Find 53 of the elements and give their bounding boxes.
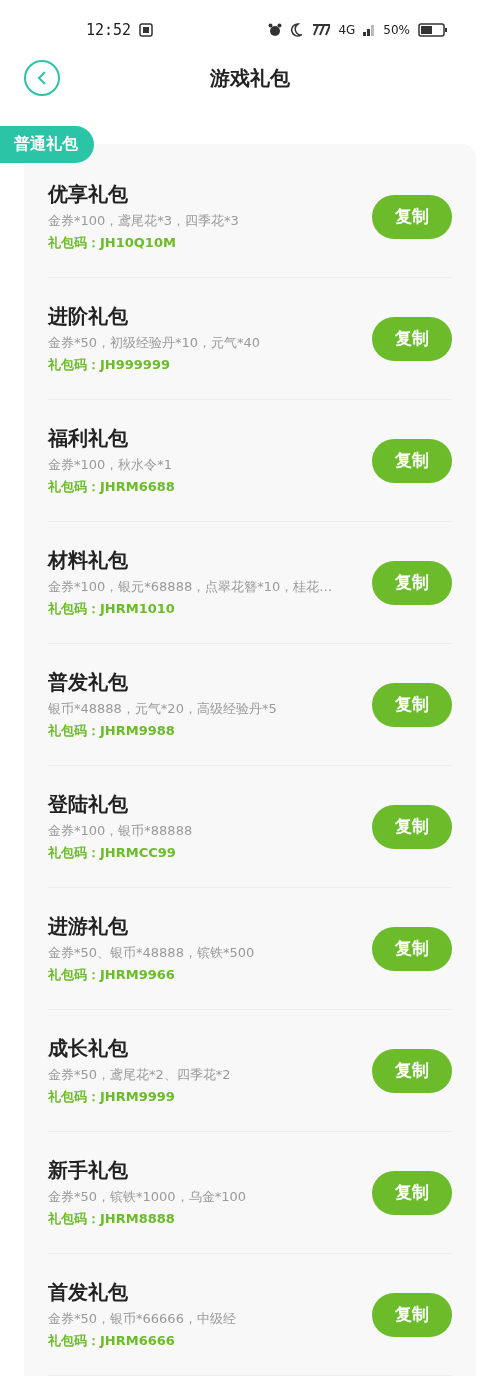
network-type: 4G — [338, 23, 356, 37]
gift-name: 成长礼包 — [48, 1035, 128, 1062]
signal-icon — [363, 24, 376, 36]
copy-button[interactable]: 复制 — [372, 1048, 452, 1093]
gift-code: 礼包码：JHRM6666 — [48, 1332, 175, 1350]
copy-button[interactable]: 复制 — [372, 926, 452, 971]
copy-button[interactable]: 复制 — [372, 804, 452, 849]
battery-icon — [418, 23, 448, 37]
gift-contents: 金券*100，鸢尾花*3，四季花*3 — [48, 212, 239, 230]
gift-code: 礼包码：JHRM6688 — [48, 478, 175, 496]
gift-contents: 金券*100，银币*88888 — [48, 822, 193, 840]
gift-name: 普发礼包 — [48, 669, 128, 696]
gift-code: 礼包码：JHRM8888 — [48, 1210, 175, 1228]
copy-button[interactable]: 复制 — [372, 560, 452, 605]
chevron-left-icon — [36, 70, 48, 86]
gift-name: 首发礼包 — [48, 1279, 128, 1306]
gift-name: 优享礼包 — [48, 181, 128, 208]
gift-contents: 金券*50、银币*48888，镔铁*500 — [48, 944, 255, 962]
gift-contents: 金券*50，鸢尾花*2、四季花*2 — [48, 1066, 231, 1084]
gift-contents: 金券*50，初级经验丹*10，元气*40 — [48, 334, 261, 352]
notification-icon — [139, 23, 154, 37]
gift-code: 礼包码：JHRM9999 — [48, 1088, 175, 1106]
moon-icon — [290, 23, 303, 37]
copy-button[interactable]: 复制 — [372, 194, 452, 239]
gift-code: 礼包码：JH999999 — [48, 356, 170, 374]
copy-button[interactable]: 复制 — [372, 316, 452, 361]
gift-name: 福利礼包 — [48, 425, 128, 452]
gift-contents: 金券*50，镔铁*1000，乌金*100 — [48, 1188, 246, 1206]
gift-code: 礼包码：JHRMCC99 — [48, 844, 176, 862]
copy-button[interactable]: 复制 — [372, 1292, 452, 1337]
gift-name: 进游礼包 — [48, 913, 128, 940]
battery-percent: 50% — [383, 23, 410, 37]
gift-contents: 金券*100，秋水令*1 — [48, 456, 173, 474]
signal-hd-icon — [310, 24, 331, 36]
copy-button[interactable]: 复制 — [372, 682, 452, 727]
copy-button[interactable]: 复制 — [372, 1170, 452, 1215]
gift-code: 礼包码：JHRM9966 — [48, 966, 175, 984]
alarm-icon — [268, 23, 283, 37]
section-tab[interactable]: 普通礼包 — [0, 126, 94, 163]
gift-contents: 金券*100，银元*68888，点翠花簪*10，桂花… — [48, 578, 333, 596]
gift-contents: 银币*48888，元气*20，高级经验丹*5 — [48, 700, 277, 718]
status-time: 12:52 — [86, 21, 132, 39]
copy-button[interactable]: 复制 — [372, 438, 452, 483]
gift-code: 礼包码：JHRM1010 — [48, 600, 175, 618]
gift-name: 登陆礼包 — [48, 791, 128, 818]
gift-name: 材料礼包 — [48, 547, 128, 574]
gift-code: 礼包码：JH10Q10M — [48, 234, 176, 252]
gift-contents: 金券*50，银币*66666，中级经 — [48, 1310, 236, 1328]
back-button[interactable] — [24, 60, 60, 96]
gift-code: 礼包码：JHRM9988 — [48, 722, 175, 740]
gift-name: 进阶礼包 — [48, 303, 128, 330]
page-title: 游戏礼包 — [210, 64, 290, 92]
gift-name: 新手礼包 — [48, 1157, 128, 1184]
